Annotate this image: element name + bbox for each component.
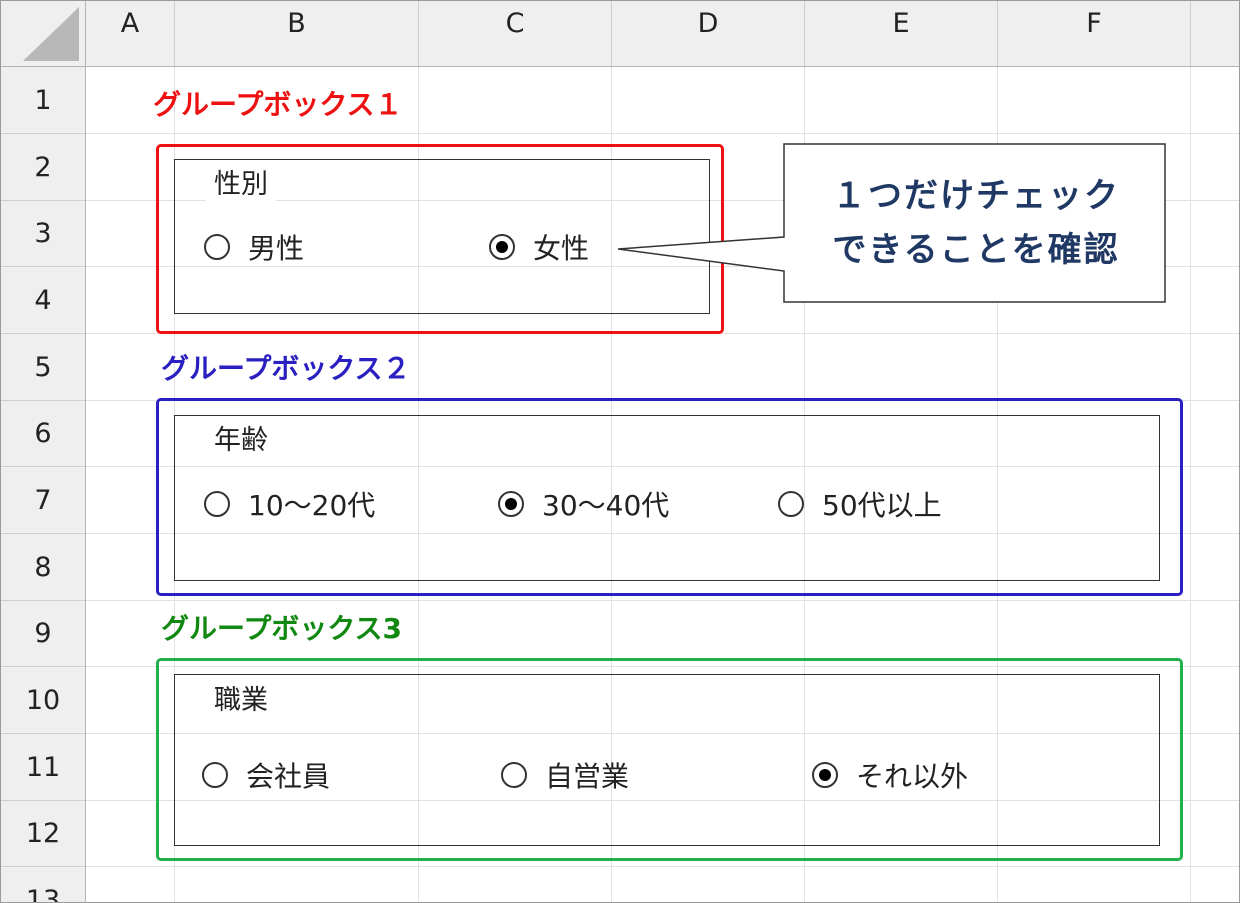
callout-line-2: できることを確認: [832, 230, 1120, 270]
callout-text: １つだけチェック できることを確認: [791, 169, 1161, 277]
callout-bubble: [617, 143, 1166, 303]
spreadsheet: A B C D E F 1 2 3 4 5 6 7 8 9 10 11 12 1…: [0, 0, 1240, 903]
callout-line-1: １つだけチェック: [832, 176, 1120, 216]
